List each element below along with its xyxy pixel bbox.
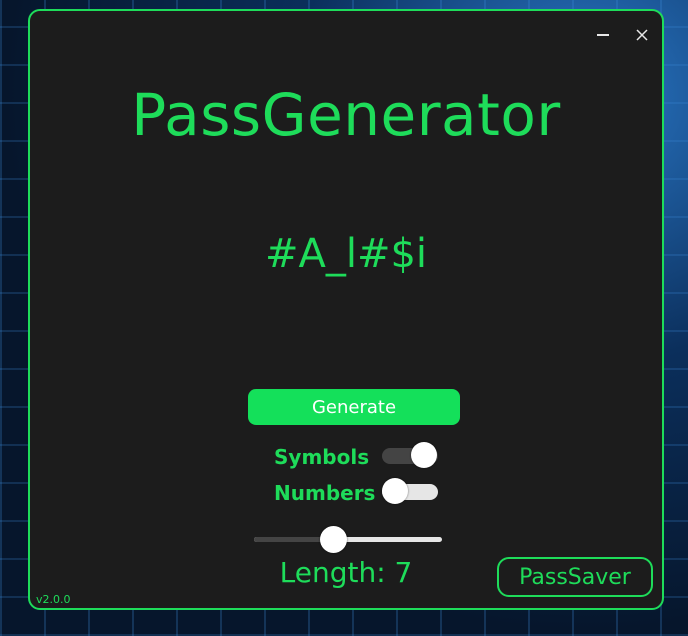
length-slider[interactable]: [254, 526, 442, 553]
minimize-icon[interactable]: [593, 25, 613, 45]
length-label: Length:: [279, 556, 386, 589]
app-window: PassGenerator #A_l#$i Generate Symbols N…: [28, 9, 664, 610]
length-slider-thumb[interactable]: [319, 526, 347, 553]
symbols-label: Symbols: [274, 445, 370, 469]
generated-password: #A_l#$i: [264, 231, 428, 277]
length-value: 7: [394, 556, 413, 589]
close-icon[interactable]: [632, 25, 652, 45]
numbers-label: Numbers: [274, 481, 376, 505]
numbers-toggle[interactable]: [382, 478, 438, 504]
passsaver-button[interactable]: PassSaver: [497, 557, 653, 597]
symbols-toggle[interactable]: [382, 442, 438, 468]
version-label: v2.0.0: [36, 593, 71, 606]
generate-button[interactable]: Generate: [248, 389, 460, 425]
app-title: PassGenerator: [131, 81, 561, 149]
symbols-toggle-knob: [411, 442, 437, 468]
numbers-toggle-knob: [382, 478, 408, 504]
